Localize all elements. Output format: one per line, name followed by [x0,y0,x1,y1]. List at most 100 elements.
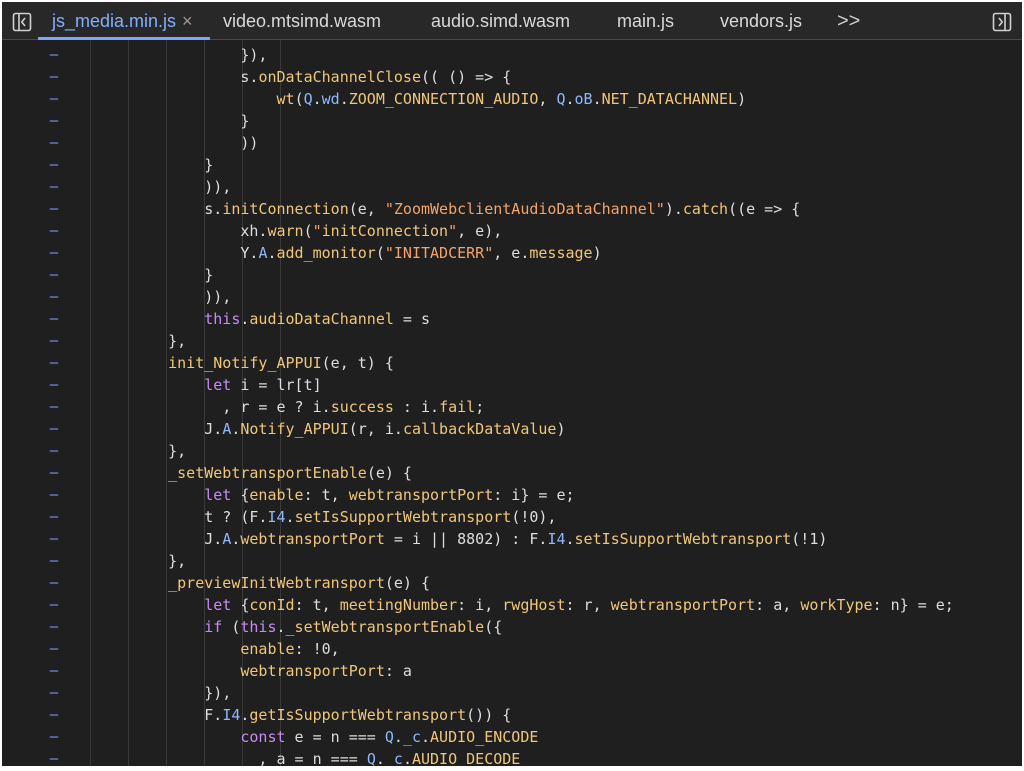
code-editor-window: js_media.min.js × video.mtsimd.wasm audi… [0,0,1024,771]
code-line: – wt(Q.wd.ZOOM_CONNECTION_AUDIO, Q.oB.NE… [2,88,1022,110]
code-text: , r = e ? i.success : i.fail; [132,398,485,416]
code-line: – init_Notify_APPUI(e, t) { [2,352,1022,374]
code-text: } [132,266,214,284]
line-marker: – [49,729,59,745]
code-line: – webtransportPort: a [2,660,1022,682]
code-line: – }, [2,330,1022,352]
line-marker: – [49,641,59,657]
tab-video-mtsimd-wasm[interactable]: video.mtsimd.wasm [223,2,381,40]
tab-vendors-js[interactable]: vendors.js [720,2,802,40]
line-marker: – [49,465,59,481]
line-marker: – [49,47,59,63]
code-line: – }), [2,682,1022,704]
line-marker: – [49,91,59,107]
code-text: let {conId: t, meetingNumber: i, rwgHost… [204,596,954,614]
sidebar-collapse-icon[interactable] [10,10,34,34]
code-text: J.A.Notify_APPUI(r, i.callbackDataValue) [132,420,566,438]
line-marker: – [49,245,59,261]
tab-js-media-min-js[interactable]: js_media.min.js × [52,2,193,40]
line-marker: – [49,487,59,503]
code-line: – )) [2,132,1022,154]
close-icon[interactable]: × [182,11,193,32]
code-line: – t ? (F.I4.setIsSupportWebtransport(!0)… [2,506,1022,528]
code-line: – J.A.webtransportPort = i || 8802) : F.… [2,528,1022,550]
code-text: let {enable: t, webtransportPort: i} = e… [204,486,575,504]
tab-label: audio.simd.wasm [431,10,571,31]
tab-label: js_media.min.js [52,10,177,31]
code-line: – _previewInitWebtransport(e) { [2,572,1022,594]
panel-toggle-icon[interactable] [990,10,1014,34]
code-text: }), [132,46,268,64]
code-text: s.initConnection(e, "ZoomWebclientAudioD… [132,200,801,218]
code-line: – J.A.Notify_APPUI(r, i.callbackDataValu… [2,418,1022,440]
line-marker: – [49,553,59,569]
line-marker: – [49,377,59,393]
tab-overflow-button[interactable]: >> [837,2,860,40]
code-line: – }, [2,550,1022,572]
code-text: }, [132,442,187,460]
code-text: _setWebtransportEnable(e) { [168,464,412,482]
line-marker: – [49,597,59,613]
code-text: t ? (F.I4.setIsSupportWebtransport(!0), [132,508,557,526]
code-line: – } [2,110,1022,132]
code-text: webtransportPort: a [240,662,412,680]
line-marker: – [49,311,59,327]
line-marker: – [49,69,59,85]
code-text: F.I4.getIsSupportWebtransport()) { [132,706,512,724]
line-marker: – [49,531,59,547]
line-marker: – [49,135,59,151]
code-line: – let {enable: t, webtransportPort: i} =… [2,484,1022,506]
code-line: – } [2,264,1022,286]
line-marker: – [49,113,59,129]
code-line: – F.I4.getIsSupportWebtransport()) { [2,704,1022,726]
line-marker: – [49,201,59,217]
line-marker: – [49,707,59,723]
code-text: if (this._setWebtransportEnable({ [204,618,503,636]
code-line: – }, [2,440,1022,462]
code-line: – let {conId: t, meetingNumber: i, rwgHo… [2,594,1022,616]
code-line: – } [2,154,1022,176]
line-marker: – [49,421,59,437]
code-text: J.A.webtransportPort = i || 8802) : F.I4… [132,530,828,548]
code-line: – )), [2,286,1022,308]
line-marker: – [49,355,59,371]
line-marker: – [49,267,59,283]
code-text: this.audioDataChannel = s [204,310,431,328]
code-text: )) [132,134,259,152]
tab-main-js[interactable]: main.js [617,2,674,40]
code-line: – const e = n === Q._c.AUDIO_ENCODE [2,726,1022,748]
tab-audio-simd-wasm[interactable]: audio.simd.wasm [431,2,570,40]
code-text: s.onDataChannelClose(( () => { [132,68,512,86]
code-text: enable: !0, [240,640,340,658]
line-marker: – [49,333,59,349]
code-line: – xh.warn("initConnection", e), [2,220,1022,242]
line-marker: – [49,223,59,239]
line-marker: – [49,443,59,459]
code-line: – this.audioDataChannel = s [2,308,1022,330]
code-text: )), [132,178,232,196]
code-text: } [132,112,250,130]
tab-label: main.js [617,10,675,31]
code-viewer[interactable]: – }), – s.onDataChannelClose(( () => {– w… [2,40,1022,766]
code-line: – }), [2,44,1022,66]
code-text: }), [132,684,232,702]
code-line: – )), [2,176,1022,198]
code-text: const e = n === Q._c.AUDIO_ENCODE [240,728,539,746]
tab-bar: js_media.min.js × video.mtsimd.wasm audi… [2,2,1022,40]
code-text: , a = n === Q._c.AUDIO_DECODE [132,750,521,766]
code-text: wt(Q.wd.ZOOM_CONNECTION_AUDIO, Q.oB.NET_… [276,90,747,108]
code-text: }, [132,552,187,570]
code-line: – s.initConnection(e, "ZoomWebclientAudi… [2,198,1022,220]
line-marker: – [49,289,59,305]
code-line: – _setWebtransportEnable(e) { [2,462,1022,484]
code-text: xh.warn("initConnection", e), [132,222,503,240]
code-line: – Y.A.add_monitor("INITADCERR", e.messag… [2,242,1022,264]
overflow-label: >> [837,9,861,32]
line-marker: – [49,157,59,173]
line-marker: – [49,509,59,525]
code-text: Y.A.add_monitor("INITADCERR", e.message) [132,244,602,262]
code-line: – enable: !0, [2,638,1022,660]
code-text: _previewInitWebtransport(e) { [168,574,431,592]
line-marker: – [49,751,59,766]
tab-label: video.mtsimd.wasm [223,10,382,31]
